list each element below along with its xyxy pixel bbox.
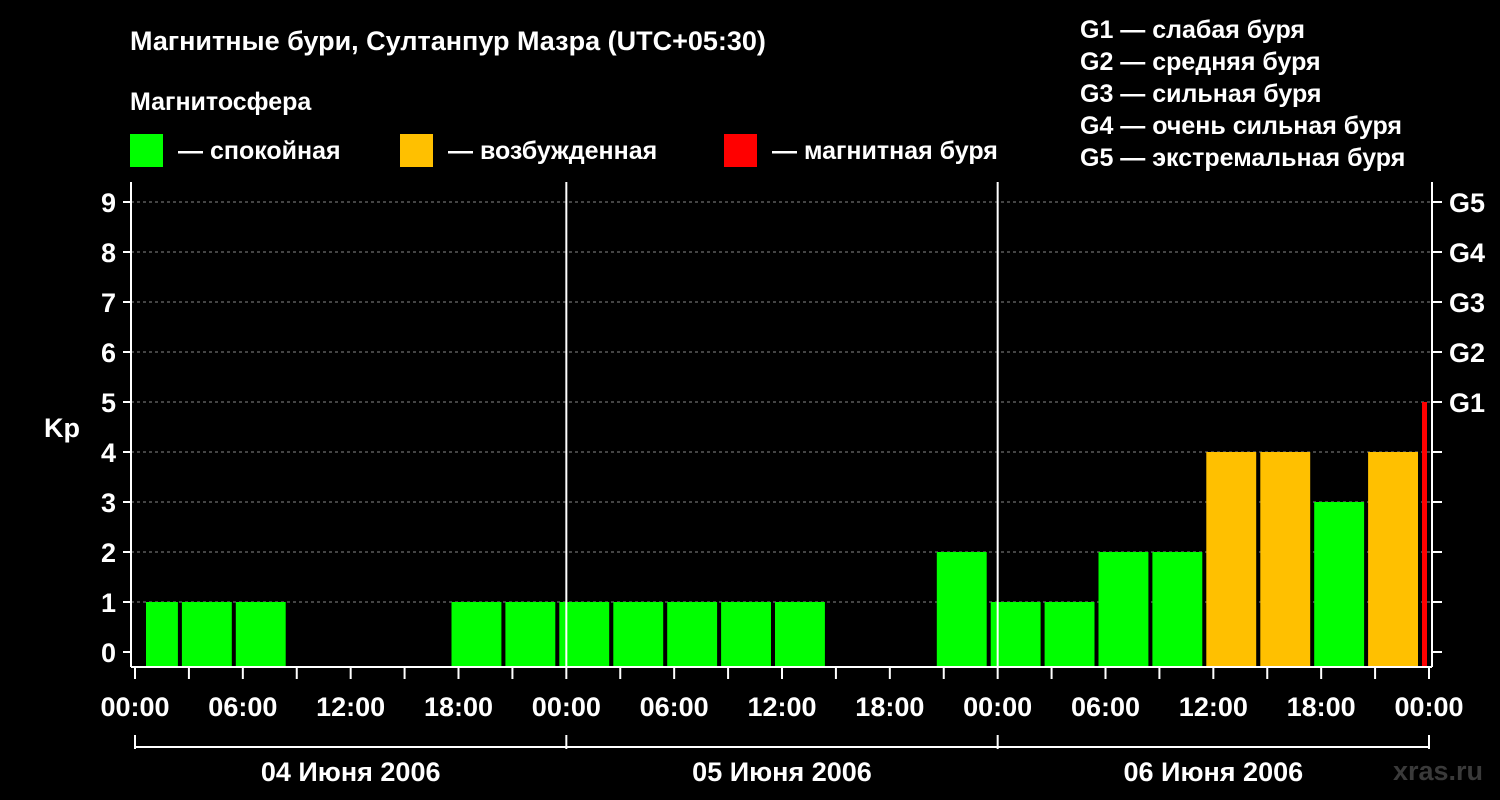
x-tick-label: 12:00 <box>316 692 385 722</box>
x-tick-label: 00:00 <box>532 692 601 722</box>
x-tick-label: 00:00 <box>1394 692 1463 722</box>
kp-bar <box>1044 602 1095 667</box>
kp-bar <box>1368 452 1418 667</box>
legend-label: — возбужденная <box>448 137 657 165</box>
legend-swatch <box>400 134 433 167</box>
x-tick-label: 06:00 <box>1071 692 1140 722</box>
y-tick-label: 4 <box>101 438 116 468</box>
storm-scale-item: G5 — экстремальная буря <box>1080 144 1405 172</box>
legend-swatch <box>724 134 757 167</box>
x-tick-label: 12:00 <box>747 692 816 722</box>
y-axis: 0 1 2 3 4 5 6 7 8 9 <box>101 188 131 668</box>
g-tick-label: G2 <box>1449 338 1485 368</box>
day-label: 04 Июня 2006 <box>261 757 441 787</box>
g-tick-label: G5 <box>1449 188 1485 218</box>
storm-scale-item: G4 — очень сильная буря <box>1080 112 1402 140</box>
x-tick-label: 12:00 <box>1179 692 1248 722</box>
kp-bar <box>936 552 987 667</box>
g-tick-label: G3 <box>1449 288 1485 318</box>
storm-scale-item: G1 — слабая буря <box>1080 16 1305 44</box>
x-tick-label: 18:00 <box>855 692 924 722</box>
y-tick-label: 5 <box>101 388 116 418</box>
watermark: xras.ru <box>1393 756 1483 786</box>
kp-bar <box>1152 552 1203 667</box>
y-tick-label: 7 <box>101 288 116 318</box>
kp-bar <box>451 602 502 667</box>
chart-title: Магнитные бури, Султанпур Мазра (UTC+05:… <box>130 26 766 56</box>
legend-heading: Магнитосфера <box>130 88 312 116</box>
day-label: 05 Июня 2006 <box>692 757 872 787</box>
legend-label: — спокойная <box>178 137 341 165</box>
x-tick-label: 00:00 <box>963 692 1032 722</box>
kp-bar <box>235 602 286 667</box>
y-tick-label: 0 <box>101 638 116 668</box>
x-tick-label: 00:00 <box>100 692 169 722</box>
kp-bar <box>505 602 556 667</box>
kp-bar <box>1206 452 1257 667</box>
bars <box>146 402 1427 667</box>
y-tick-label: 1 <box>101 588 116 618</box>
day-axis: 04 Июня 2006 05 Июня 2006 06 Июня 2006 <box>134 735 1430 787</box>
kp-bar <box>181 602 232 667</box>
kp-bar <box>1260 452 1311 667</box>
storm-scale-item: G2 — средняя буря <box>1080 48 1321 76</box>
storm-scale-legend: G1 — слабая буря G2 — средняя буря G3 — си… <box>1080 16 1405 172</box>
kp-bar <box>775 602 825 667</box>
y-tick-label: 9 <box>101 188 116 218</box>
kp-bar <box>1422 402 1427 667</box>
x-axis: 00:00 06:00 12:00 18:00 00:00 06:00 12:00 18:00… <box>100 667 1464 722</box>
y-tick-label: 2 <box>101 538 116 568</box>
x-tick-label: 18:00 <box>1287 692 1356 722</box>
x-tick-label: 06:00 <box>208 692 277 722</box>
y-tick-label: 6 <box>101 338 116 368</box>
kp-chart: Магнитные бури, Султанпур Мазра (UTC+05:… <box>44 16 1485 787</box>
kp-bar <box>613 602 664 667</box>
x-tick-label: 18:00 <box>424 692 493 722</box>
y-axis-label: Kp <box>44 413 80 443</box>
kp-bar <box>1098 552 1149 667</box>
kp-bar <box>1314 502 1365 667</box>
y-tick-label: 8 <box>101 238 116 268</box>
x-tick-label: 06:00 <box>640 692 709 722</box>
kp-bar <box>721 602 771 667</box>
kp-bar <box>146 602 178 667</box>
g-tick-label: G1 <box>1449 388 1485 418</box>
storm-scale-item: G3 — сильная буря <box>1080 80 1322 108</box>
legend-swatch <box>130 134 163 167</box>
y-tick-label: 3 <box>101 488 116 518</box>
g-axis: G1 G2 G3 G4 G5 <box>1432 188 1485 653</box>
legend-label: — магнитная буря <box>772 137 998 165</box>
day-label: 06 Июня 2006 <box>1124 757 1304 787</box>
kp-bar <box>667 602 718 667</box>
legend: — спокойная — возбужденная — магнитная бур… <box>130 134 998 167</box>
g-tick-label: G4 <box>1449 238 1485 268</box>
